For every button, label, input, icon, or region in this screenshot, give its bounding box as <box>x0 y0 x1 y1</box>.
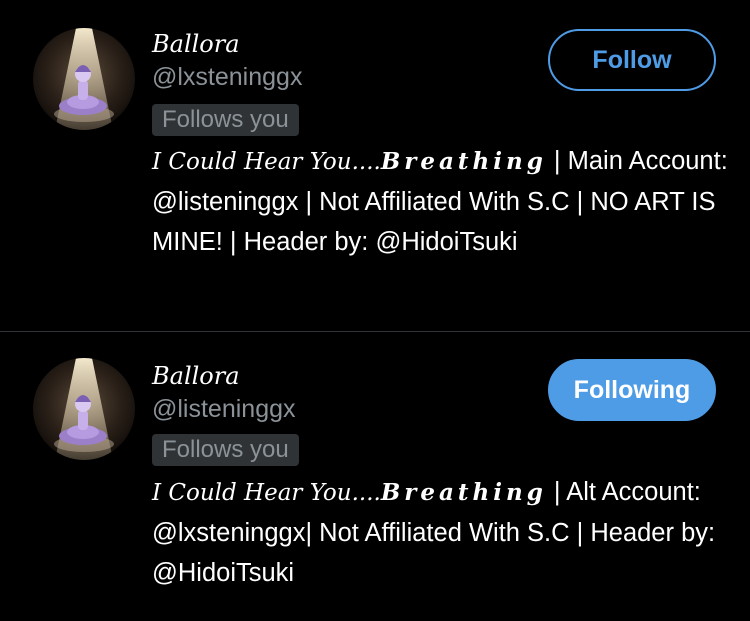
ballora-avatar-icon[interactable] <box>33 28 135 130</box>
user-handle[interactable]: @listeninggx <box>152 395 296 424</box>
bio-prefix: I Could Hear You.... <box>152 480 381 506</box>
display-name[interactable]: Ballora <box>152 362 240 390</box>
follows-you-badge: Follows you <box>152 434 299 466</box>
follows-you-badge: Follows you <box>152 104 299 136</box>
user-bio: I Could Hear You....Breathing | Main Acc… <box>152 141 732 262</box>
following-button[interactable]: Following <box>548 359 716 421</box>
user-card[interactable]: Ballora @listeninggx Follows you Followi… <box>0 332 750 621</box>
user-bio: I Could Hear You....Breathing | Alt Acco… <box>152 472 732 593</box>
display-name[interactable]: Ballora <box>152 30 240 58</box>
user-handle[interactable]: @lxsteninggx <box>152 63 302 92</box>
bio-styled-text: Breathing <box>380 479 547 506</box>
bio-prefix: I Could Hear You.... <box>152 149 381 175</box>
follow-button[interactable]: Follow <box>548 29 716 91</box>
user-card[interactable]: Ballora @lxsteninggx Follows you Follow … <box>0 0 750 331</box>
bio-styled-text: Breathing <box>380 148 547 175</box>
ballora-avatar-icon[interactable] <box>33 358 135 460</box>
